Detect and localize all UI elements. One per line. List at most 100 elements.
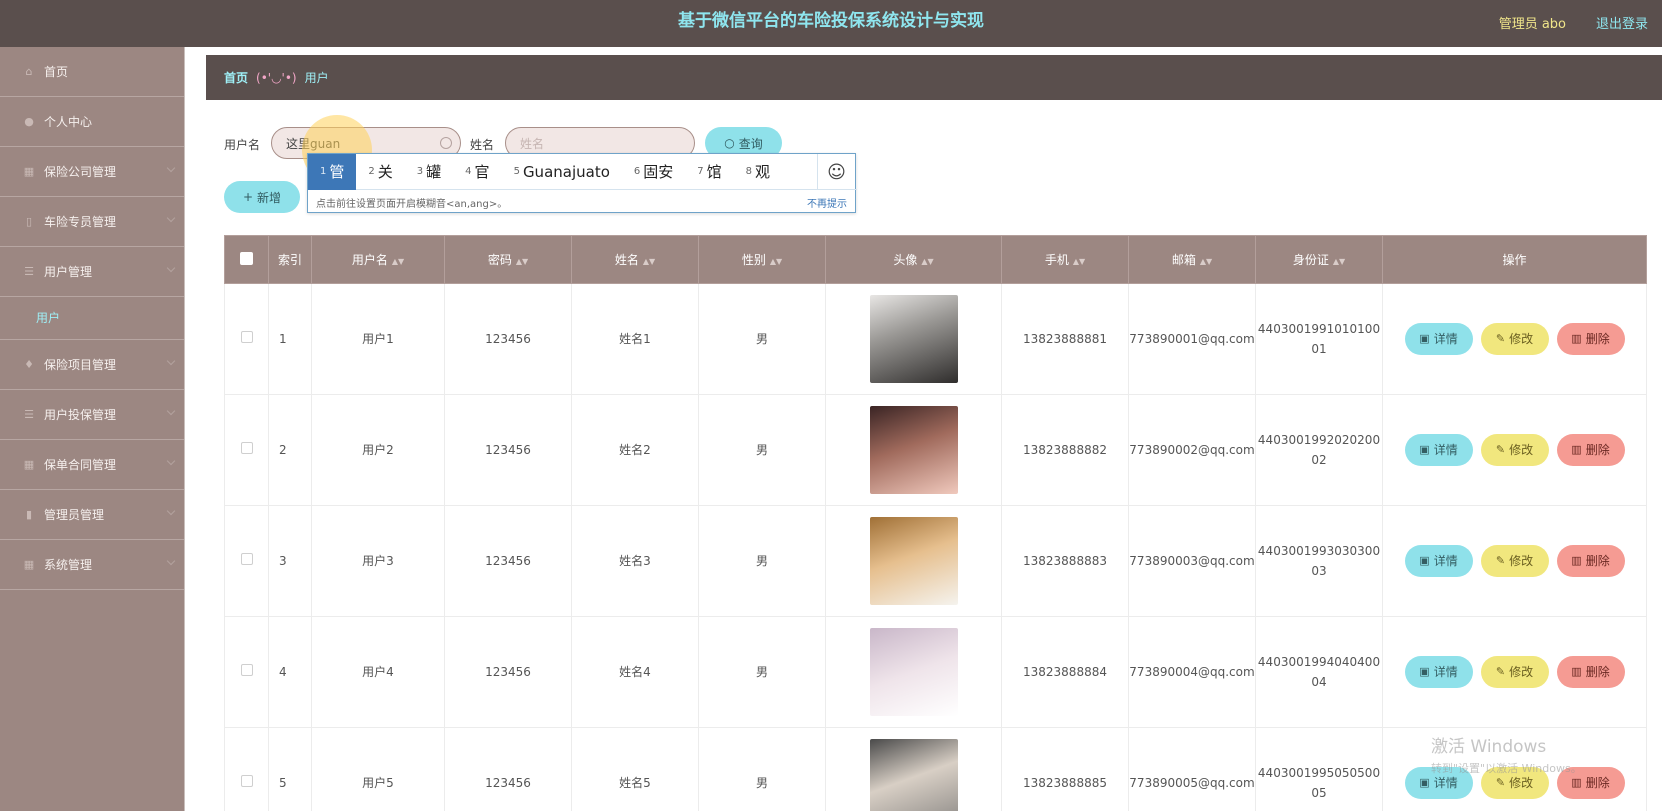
detail-button[interactable]: ▣ 详情 [1404,656,1473,688]
sort-icon[interactable]: ▲▼ [516,257,528,266]
column-header[interactable]: 头像 ▲▼ [825,235,1002,284]
column-header[interactable]: 手机 ▲▼ [1001,235,1129,284]
sort-icon[interactable]: ▲▼ [1073,257,1085,266]
edit-button[interactable]: ✎ 修改 [1480,656,1549,688]
edit-button[interactable]: ✎ 修改 [1480,323,1549,355]
sort-icon[interactable]: ▲▼ [770,257,782,266]
column-header[interactable]: 密码 ▲▼ [444,235,572,284]
clear-icon[interactable] [440,137,452,149]
cell-phone: 13823888883 [1001,505,1129,617]
sidebar-item-user-management[interactable]: ☰ 用户管理 [0,247,184,297]
doc-icon: ▣ [1419,332,1430,345]
sidebar-item-label: 保险项目管理 [44,358,117,372]
sidebar-item-insurance-project[interactable]: ♦ 保险项目管理 [0,340,184,390]
logout-link[interactable]: 退出登录 [1596,13,1648,32]
ime-candidate[interactable]: 8观 [734,154,782,190]
cell-username: 用户1 [311,283,445,395]
sort-icon[interactable]: ▲▼ [1333,257,1345,266]
column-header[interactable]: 用户名 ▲▼ [311,235,445,284]
sidebar-item-policy-contract[interactable]: ▦ 保单合同管理 [0,440,184,490]
chevron-down-icon [166,163,176,173]
delete-button[interactable]: ▥ 删除 [1556,656,1625,688]
home-icon: ⌂ [25,65,33,78]
sidebar-item-label: 保险公司管理 [44,165,117,179]
breadcrumb-separator: (•'◡'•) [256,70,297,85]
sort-icon[interactable]: ▲▼ [1200,257,1212,266]
sort-icon[interactable]: ▲▼ [643,257,655,266]
cell-idcard: 440300199202020002 [1255,394,1383,506]
ime-hint[interactable]: 点击前往设置页面开启模糊音<an,ang>。 [316,195,507,210]
sidebar-item-profile[interactable]: ● 个人中心 [0,97,184,147]
cell-idcard: 440300199101010001 [1255,283,1383,395]
sidebar-item-label: 用户管理 [44,265,93,279]
chevron-down-icon [166,556,176,566]
breadcrumb-home[interactable]: 首页 [224,69,248,86]
cell-phone: 13823888882 [1001,394,1129,506]
detail-button[interactable]: ▣ 详情 [1404,323,1473,355]
ime-candidate[interactable]: 2关 [356,154,404,190]
cell-name: 姓名5 [571,727,699,811]
add-button[interactable]: + 新增 [224,181,300,213]
ime-candidate[interactable]: 1管 [308,153,357,190]
cell-username: 用户4 [311,616,445,728]
avatar [869,295,958,383]
column-header[interactable]: 姓名 ▲▼ [571,235,699,284]
row-checkbox[interactable] [240,442,253,454]
cell-phone: 13823888885 [1001,727,1129,811]
delete-button[interactable]: ▥ 删除 [1556,545,1625,577]
row-checkbox[interactable] [240,664,253,676]
trash-icon: ▥ [1571,554,1582,567]
edit-button[interactable]: ✎ 修改 [1480,434,1549,466]
ime-dismiss-link[interactable]: 不再提示 [807,195,847,210]
doc-icon: ▣ [1419,776,1430,789]
cell-gender: 男 [698,505,826,617]
cell-gender: 男 [698,727,826,811]
sidebar-item-user-insure[interactable]: ☰ 用户投保管理 [0,390,184,440]
column-header[interactable]: 身份证 ▲▼ [1255,235,1383,284]
row-checkbox[interactable] [240,775,253,787]
grid-icon: ▦ [23,165,35,178]
doc-icon: ▣ [1419,554,1430,567]
cell-username: 用户3 [311,505,445,617]
cell-index: 3 [268,505,312,617]
sidebar-item-admin[interactable]: ▮ 管理员管理 [0,490,184,540]
delete-button[interactable]: ▥ 删除 [1556,323,1625,355]
detail-button[interactable]: ▣ 详情 [1404,545,1473,577]
pencil-icon: ✎ [1495,665,1506,678]
sidebar-item-insurance-company[interactable]: ▦ 保险公司管理 [0,147,184,197]
row-checkbox[interactable] [240,553,253,565]
column-header[interactable]: 邮箱 ▲▼ [1128,235,1256,284]
detail-button[interactable]: ▣ 详情 [1404,434,1473,466]
sort-icon[interactable]: ▲▼ [921,257,933,266]
ime-candidate[interactable]: 5 Guanajuato [502,154,622,190]
sidebar-subitem-user[interactable]: 用户 [0,297,184,340]
sidebar-item-agent[interactable]: ▯ 车险专员管理 [0,197,184,247]
emoji-icon[interactable]: ☺ [817,154,855,190]
pencil-icon: ✎ [1495,443,1506,456]
sidebar-item-system[interactable]: ▦ 系统管理 [0,540,184,590]
sidebar-item-home[interactable]: ⌂ 首页 [0,47,184,97]
delete-button[interactable]: ▥ 删除 [1556,434,1625,466]
sort-icon[interactable]: ▲▼ [392,257,404,266]
ime-candidate[interactable]: 7馆 [685,154,733,190]
cell-email: 773890001@qq.com [1128,283,1256,395]
edit-button[interactable]: ✎ 修改 [1480,545,1549,577]
select-all-checkbox[interactable] [240,251,253,265]
sidebar-item-label: 用户投保管理 [44,408,117,422]
cell-email: 773890003@qq.com [1128,505,1256,617]
cell-gender: 男 [698,394,826,506]
cell-index: 1 [268,283,312,395]
chevron-down-icon [166,356,176,366]
user-table: 索引 用户名 ▲▼ 密码 ▲▼ 姓名 ▲▼ 性别 ▲▼ 头像 ▲▼ 手机 ▲▼ 邮箱 ▲▼ 身… [224,235,1647,811]
ime-candidate[interactable]: 6 固安 [622,154,685,190]
breadcrumb-current: 用户 [304,71,329,85]
ime-candidate[interactable]: 3罐 [405,154,453,190]
row-checkbox[interactable] [240,331,253,343]
cell-phone: 13823888881 [1001,283,1129,395]
column-header[interactable]: 性别 ▲▼ [698,235,826,284]
trash-icon: ▥ [1571,443,1582,456]
cell-index: 5 [268,727,312,811]
column-header: 索引 [268,235,312,284]
trash-icon: ▥ [1571,665,1582,678]
ime-candidate[interactable]: 4官 [453,154,501,190]
